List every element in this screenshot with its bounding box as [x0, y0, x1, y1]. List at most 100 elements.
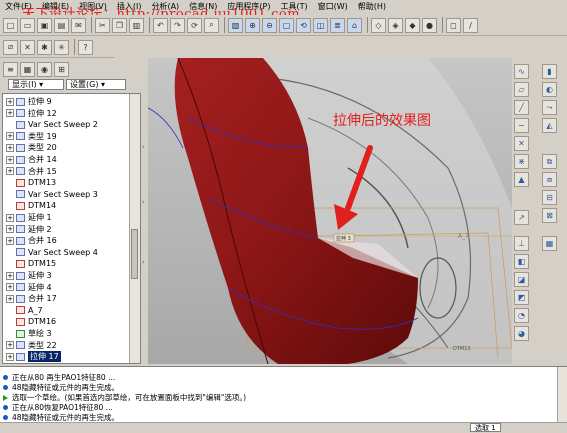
mirror-icon[interactable]: ⧈ [542, 172, 557, 187]
datum-axis-icon[interactable]: ╱ [514, 100, 529, 115]
expand-icon[interactable]: + [6, 271, 14, 280]
draft-icon[interactable]: ◩ [514, 290, 529, 305]
tree-item[interactable]: + 延伸 3 [6, 270, 52, 281]
shading-icon[interactable]: ● [422, 17, 437, 33]
hole-icon[interactable]: ⊥ [514, 236, 529, 251]
open-file-icon[interactable]: ▭ [20, 17, 35, 33]
zoom-out-icon[interactable]: ⊖ [262, 17, 277, 33]
tree-item[interactable]: Var Sect Sweep 2 [16, 119, 98, 130]
boundary-blend-icon[interactable]: ◭ [542, 118, 557, 133]
tree-item[interactable]: + 合并 14 [6, 154, 57, 165]
tree-scrollbar[interactable] [129, 94, 140, 363]
connections-tab-icon[interactable]: ⊞ [54, 61, 69, 77]
tree-item[interactable]: + 延伸 2 [6, 224, 52, 235]
merge-icon[interactable]: ⊟ [542, 190, 557, 205]
tree-item[interactable]: + 合并 15 [6, 166, 57, 177]
expand-icon[interactable]: + [6, 132, 14, 141]
reorient-icon[interactable]: ⟲ [296, 17, 311, 33]
tree-item[interactable]: + 延伸 1 [6, 212, 52, 223]
layers-icon[interactable]: ≣ [330, 17, 345, 33]
tree-item[interactable]: + 拉伸 17 [6, 351, 61, 363]
cut-icon[interactable]: ✂ [95, 17, 110, 33]
coordinate-icon[interactable]: ✱ [37, 39, 52, 55]
scroll-thumb[interactable] [131, 229, 138, 279]
expand-icon[interactable]: + [6, 283, 14, 292]
expand-icon[interactable]: + [6, 236, 14, 245]
regenerate-icon[interactable]: ⟳ [187, 17, 202, 33]
datum-plane-icon[interactable]: ▱ [514, 82, 529, 97]
repaint-icon[interactable]: ▧ [228, 17, 243, 33]
settings-dropdown[interactable]: 设置(G) ▾ [66, 79, 126, 90]
tree-item[interactable]: DTM16 [16, 316, 56, 327]
expand-icon[interactable]: + [6, 213, 14, 222]
tree-item[interactable]: + 拉伸 12 [6, 108, 57, 119]
copy-feature-icon[interactable]: ⧉ [542, 154, 557, 169]
tree-item[interactable]: DTM14 [16, 200, 56, 211]
datum-point-icon[interactable]: ✕ [514, 136, 529, 151]
expand-icon[interactable]: + [6, 155, 14, 164]
search-icon[interactable]: ⌕ [204, 17, 219, 33]
revolve-icon[interactable]: ◐ [542, 82, 557, 97]
undo-icon[interactable]: ↶ [153, 17, 168, 33]
annotation-feature-icon[interactable]: ↗ [514, 210, 529, 225]
tree-item[interactable]: + 类型 19 [6, 131, 57, 142]
tree-item[interactable]: Var Sect Sweep 3 [16, 189, 98, 200]
expand-icon[interactable]: + [6, 352, 14, 361]
csys-icon[interactable]: ⋇ [514, 154, 529, 169]
tree-item[interactable]: DTM13 [16, 177, 56, 188]
tree-item[interactable]: + 延伸 4 [6, 282, 52, 293]
view-manager-icon[interactable]: ⌂ [347, 17, 362, 33]
expand-icon[interactable]: + [6, 109, 14, 118]
message-scrollbar[interactable] [557, 367, 567, 422]
tree-item[interactable]: DTM15 [16, 258, 56, 269]
sketch-plane-icon[interactable]: ⧄ [3, 39, 18, 55]
expand-icon[interactable]: + [6, 294, 14, 303]
show-dropdown[interactable]: 显示(I) ▾ [8, 79, 64, 90]
expand-icon[interactable]: + [6, 143, 14, 152]
tree-item[interactable]: 草绘 3 [16, 328, 52, 339]
saved-views-icon[interactable]: ◫ [313, 17, 328, 33]
chamfer-icon[interactable]: ◕ [514, 326, 529, 341]
var-sect-sweep-icon[interactable]: ⤳ [542, 100, 557, 115]
favorites-tab-icon[interactable]: ◉ [37, 61, 52, 77]
no-hidden-icon[interactable]: ◆ [405, 17, 420, 33]
expand-icon[interactable]: + [6, 225, 14, 234]
round-icon[interactable]: ◔ [514, 308, 529, 323]
model-tree-tab-icon[interactable]: ≡ [3, 61, 18, 77]
redo-icon[interactable]: ↷ [170, 17, 185, 33]
wireframe-icon[interactable]: ◇ [371, 17, 386, 33]
trim-icon[interactable]: ⊠ [542, 208, 557, 223]
hidden-line-icon[interactable]: ◈ [388, 17, 403, 33]
paste-icon[interactable]: ▥ [129, 17, 144, 33]
collapse-arrow-icon[interactable]: › [142, 198, 145, 206]
sketch-curve-icon[interactable]: ∿ [514, 64, 529, 79]
expand-icon[interactable]: + [6, 167, 14, 176]
collapse-arrow-icon[interactable]: › [142, 143, 145, 151]
zoom-in-icon[interactable]: ⊕ [245, 17, 260, 33]
tree-item[interactable]: Var Sect Sweep 4 [16, 247, 98, 258]
email-icon[interactable]: ✉ [71, 17, 86, 33]
tree-item[interactable]: + 拉伸 9 [6, 96, 52, 107]
pattern-icon[interactable]: ▦ [542, 236, 557, 251]
tree-item[interactable]: + 类型 22 [6, 340, 57, 351]
graphics-window[interactable]: 拉伸 3 A_7 DTM13 拉伸后的效果图 [148, 58, 512, 364]
tree-item[interactable]: + 合并 16 [6, 235, 57, 246]
collapse-arrow-icon[interactable]: › [142, 258, 145, 266]
help-context-icon[interactable]: ? [78, 39, 93, 55]
analysis-feature-icon[interactable]: ▲ [514, 172, 529, 187]
datum-planes-icon[interactable]: ◻ [446, 17, 461, 33]
rib-icon[interactable]: ◪ [514, 272, 529, 287]
menu-item[interactable]: 窗口(W) [313, 0, 353, 14]
tree-item[interactable]: + 合并 17 [6, 293, 57, 304]
folder-browser-tab-icon[interactable]: ▦ [20, 61, 35, 77]
datum-point-icon[interactable]: ✕ [20, 39, 35, 55]
analysis-icon[interactable]: ✳ [54, 39, 69, 55]
new-file-icon[interactable]: □ [3, 17, 18, 33]
fit-view-icon[interactable]: ▢ [279, 17, 294, 33]
shell-icon[interactable]: ◧ [514, 254, 529, 269]
extrude-icon[interactable]: ▮ [542, 64, 557, 79]
datum-axes-icon[interactable]: ∕ [463, 17, 478, 33]
tree-item[interactable]: A_7 [16, 305, 43, 316]
panel-splitter[interactable]: › › › [142, 58, 147, 364]
expand-icon[interactable]: + [6, 341, 14, 350]
